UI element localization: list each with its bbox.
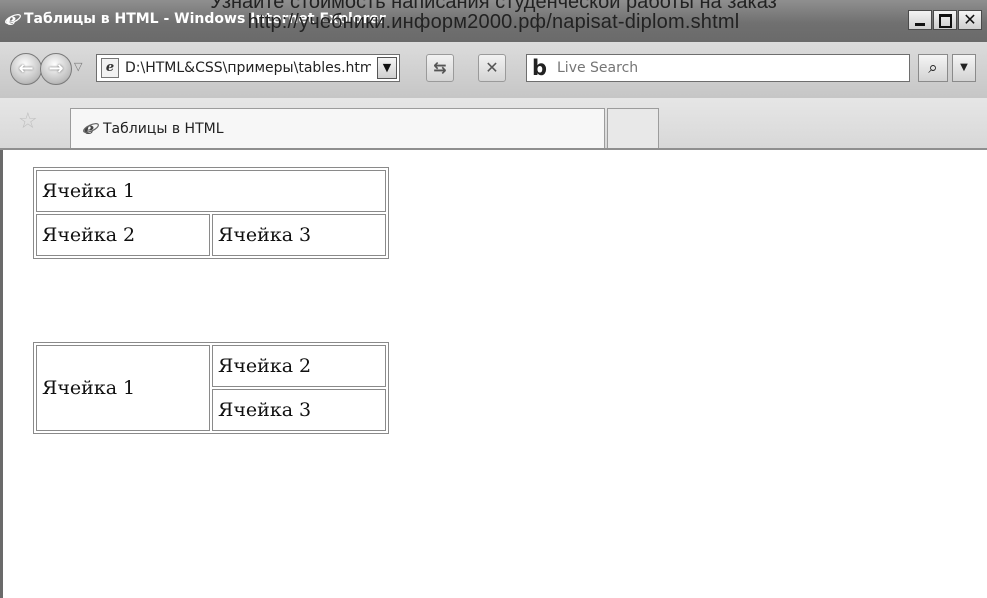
live-search-logo-icon: b: [532, 56, 548, 80]
minimize-button[interactable]: [908, 10, 932, 30]
table-row: Ячейка 2 Ячейка 3: [36, 214, 386, 256]
window-title-bar: e Таблицы в HTML - Windows Internet Expl…: [0, 0, 987, 42]
forward-arrow-icon: →: [48, 58, 64, 79]
stop-icon: ✕: [485, 58, 499, 77]
magnifier-icon: ⌕: [928, 58, 938, 78]
back-arrow-icon: ←: [18, 58, 34, 79]
refresh-icon: ⇆: [433, 58, 447, 77]
search-input[interactable]: [557, 58, 897, 78]
page-icon: e: [101, 58, 119, 78]
close-button[interactable]: ✕: [958, 10, 982, 30]
table-cell: Ячейка 3: [212, 389, 386, 431]
new-tab-button[interactable]: [607, 108, 659, 148]
address-bar[interactable]: e D:\HTML&CSS\примеры\tables.html ▼: [96, 54, 400, 82]
table-colspan-example: Ячейка 1 Ячейка 2 Ячейка 3: [33, 167, 389, 259]
tab-tables-html[interactable]: e Таблицы в HTML: [70, 108, 605, 148]
search-options-dropdown-icon[interactable]: ▼: [952, 54, 976, 82]
page-content: Ячейка 1 Ячейка 2 Ячейка 3 Ячейка 1 Ячей…: [0, 150, 987, 598]
table-rowspan-example: Ячейка 1 Ячейка 2 Ячейка 3: [33, 342, 389, 434]
table-cell: Ячейка 2: [212, 345, 386, 387]
search-box[interactable]: b: [526, 54, 910, 82]
tab-bar: ☆ e Таблицы в HTML: [0, 98, 987, 150]
refresh-button[interactable]: ⇆: [426, 54, 454, 82]
recent-pages-dropdown-icon[interactable]: ▽: [74, 60, 82, 73]
address-input[interactable]: D:\HTML&CSS\примеры\tables.html: [125, 60, 371, 76]
window-controls: ✕: [908, 10, 982, 30]
table-cell: Ячейка 1: [36, 170, 386, 212]
stop-button[interactable]: ✕: [478, 54, 506, 82]
table-cell: Ячейка 3: [212, 214, 386, 256]
back-button[interactable]: ←: [10, 53, 42, 85]
star-icon[interactable]: ☆: [18, 111, 38, 133]
search-button[interactable]: ⌕: [918, 54, 948, 82]
table-row: Ячейка 1 Ячейка 2: [36, 345, 386, 431]
window-title: Таблицы в HTML - Windows Internet Explor…: [24, 11, 386, 27]
table-cell: Ячейка 2: [36, 214, 210, 256]
maximize-button[interactable]: [933, 10, 957, 30]
table-cell: Ячейка 1: [36, 345, 210, 431]
forward-button[interactable]: →: [40, 53, 72, 85]
ie-icon: e: [5, 11, 21, 27]
tab-label: Таблицы в HTML: [103, 121, 224, 137]
address-dropdown-button[interactable]: ▼: [377, 57, 397, 79]
navigation-toolbar: ← → ▽ e D:\HTML&CSS\примеры\tables.html …: [0, 42, 987, 98]
table-row: Ячейка 1: [36, 170, 386, 212]
ie-icon: e: [83, 120, 99, 136]
